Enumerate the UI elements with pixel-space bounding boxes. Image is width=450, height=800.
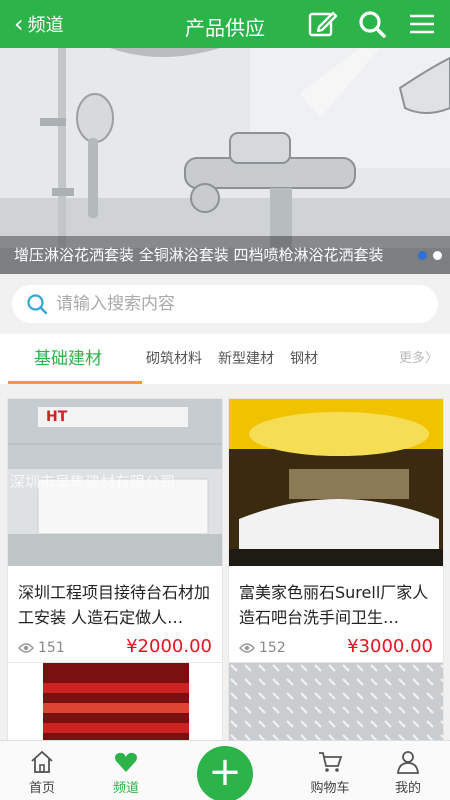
more-button[interactable]: 更多〉 — [399, 334, 438, 384]
user-icon — [397, 751, 419, 774]
product-card[interactable]: 富美家色丽石Surell厂家人造石吧台洗手间卫生… 152 ¥3000.00 — [228, 398, 444, 669]
nav-mine-label: 我的 — [394, 781, 421, 796]
home-icon — [31, 750, 53, 773]
top-bar: ‹ 频道 产品供应 — [0, 0, 450, 48]
publish-button[interactable]: + — [197, 746, 253, 800]
nav-cart-label: 购物车 — [310, 781, 350, 796]
nav-mine[interactable]: 我的 — [373, 741, 443, 796]
category-tabs: 基础建材 砌筑材料 新型建材 钢材 更多〉 — [0, 334, 450, 384]
nav-channel[interactable]: 频道 — [91, 741, 161, 796]
product-image — [229, 399, 443, 566]
banner-carousel[interactable]: 增压淋浴花洒套装 全铜淋浴套装 四档喷枪淋浴花洒套装 — [0, 48, 450, 274]
nav-home[interactable]: 首页 — [7, 741, 77, 796]
product-card[interactable] — [228, 662, 444, 742]
search-icon[interactable] — [356, 8, 388, 40]
product-logo: HT — [46, 409, 68, 425]
view-count: 152 — [239, 640, 286, 656]
carousel-dot[interactable] — [433, 251, 442, 260]
carousel-dot-active[interactable] — [418, 251, 427, 260]
product-card[interactable] — [7, 662, 223, 742]
product-price: ¥2000.00 — [126, 636, 212, 657]
carousel-indicator — [418, 251, 442, 260]
search-input[interactable] — [56, 294, 416, 314]
tab-new-materials[interactable]: 新型建材 — [218, 334, 274, 384]
product-image: HT 深圳市早隼建材有限公司 — [8, 399, 222, 566]
search-bar[interactable] — [12, 285, 438, 323]
view-count: 151 — [18, 640, 65, 656]
chevron-left-icon: ‹ — [14, 10, 24, 38]
eye-icon — [18, 643, 34, 653]
edit-icon[interactable] — [306, 8, 338, 40]
nav-channel-label: 频道 — [112, 781, 139, 796]
chevron-right-icon: 〉 — [424, 351, 438, 366]
menu-icon[interactable] — [406, 8, 438, 40]
tab-basic-materials[interactable]: 基础建材 — [34, 334, 102, 384]
product-name[interactable]: 富美家色丽石Surell厂家人造石吧台洗手间卫生… — [229, 566, 443, 630]
cart-icon — [319, 752, 343, 772]
tab-steel[interactable]: 钢材 — [290, 334, 318, 384]
product-price: ¥3000.00 — [347, 636, 433, 657]
active-tab-indicator — [8, 381, 142, 384]
back-button[interactable]: ‹ 频道 — [14, 0, 64, 48]
product-watermark: 深圳市早隼建材有限公司 — [10, 473, 176, 491]
plus-icon: + — [208, 749, 242, 795]
eye-icon — [239, 643, 255, 653]
banner-caption: 增压淋浴花洒套装 全铜淋浴套装 四档喷枪淋浴花洒套装 — [0, 236, 450, 274]
heart-icon — [115, 752, 137, 772]
view-count-value: 152 — [259, 640, 286, 656]
tab-masonry-materials[interactable]: 砌筑材料 — [146, 334, 202, 384]
product-image — [8, 663, 222, 741]
product-image — [229, 663, 443, 741]
nav-cart[interactable]: 购物车 — [295, 741, 365, 796]
nav-home-label: 首页 — [28, 781, 55, 796]
app-screen: ‹ 频道 产品供应 增压淋浴花洒套装 全铜淋浴套装 四档喷枪淋浴花洒套装 请输入… — [0, 0, 450, 800]
search-icon — [27, 294, 48, 315]
product-card[interactable]: HT 深圳市早隼建材有限公司 深圳工程项目接待台石材加工安装 人造石定做人… 1… — [7, 398, 223, 669]
view-count-value: 151 — [38, 640, 65, 656]
product-name[interactable]: 深圳工程项目接待台石材加工安装 人造石定做人… — [8, 566, 222, 630]
back-label: 频道 — [27, 15, 64, 36]
more-label: 更多 — [398, 351, 425, 366]
